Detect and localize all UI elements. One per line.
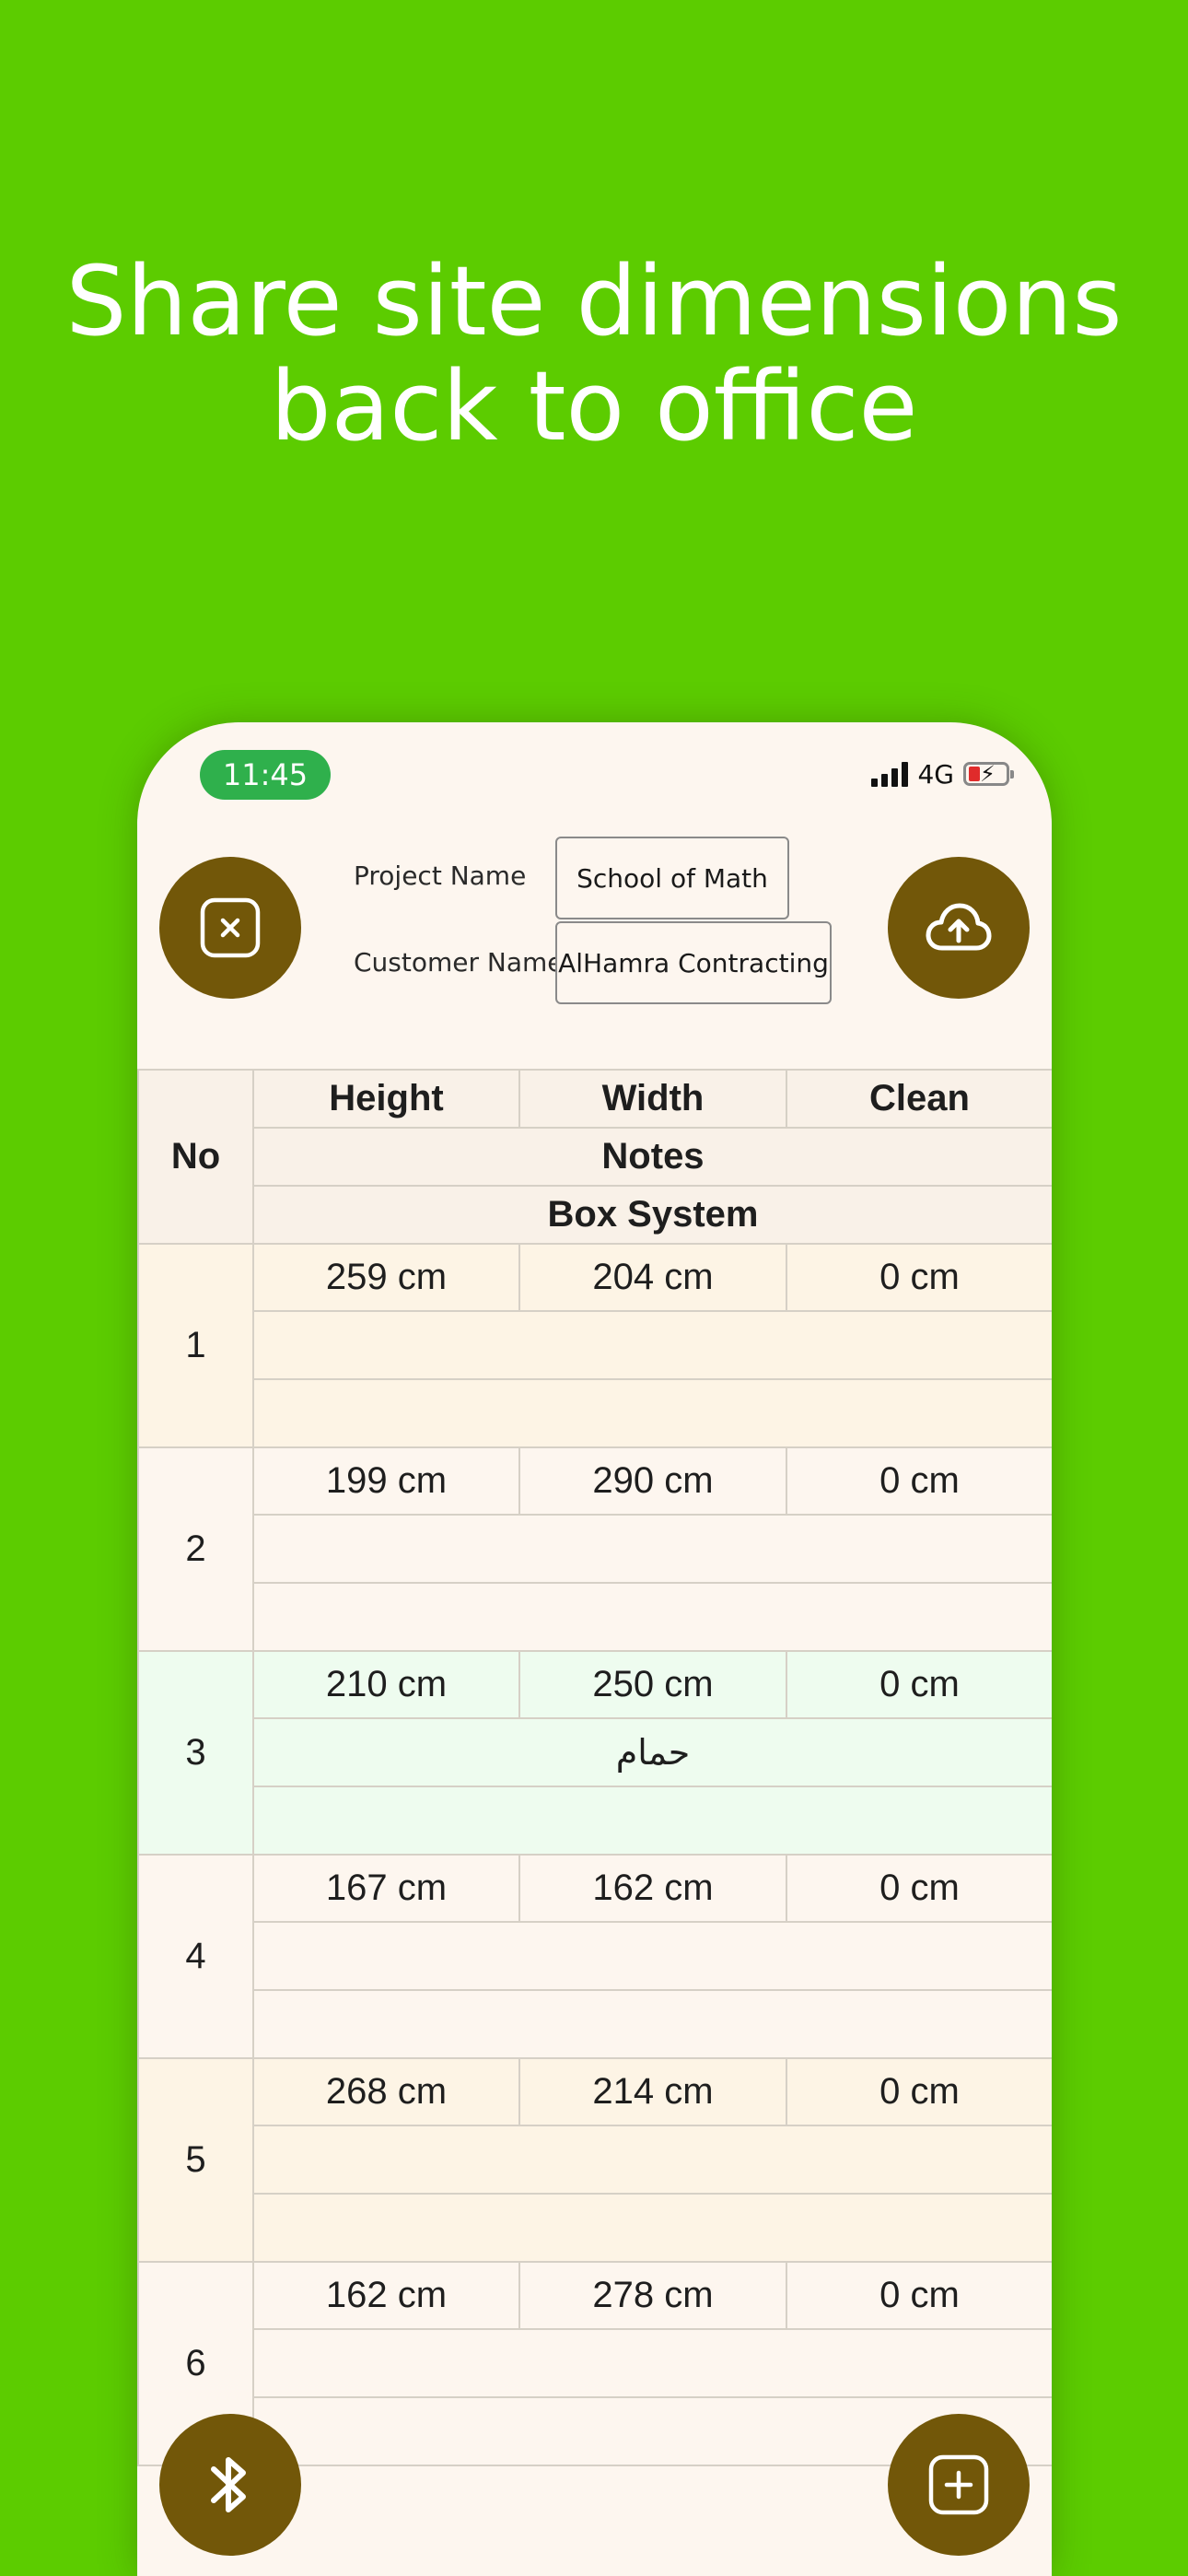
row-number: 5 [137, 2057, 254, 2263]
header-system: Box System [252, 1185, 1052, 1245]
system-cell[interactable] [252, 1989, 1052, 2059]
bluetooth-icon [211, 2457, 246, 2512]
measurements-table: No Height Width Clean Notes Box System 1… [137, 1069, 1052, 2466]
height-cell[interactable]: 199 cm [252, 1446, 520, 1516]
add-row-button[interactable] [888, 2414, 1030, 2556]
system-cell[interactable] [252, 1378, 1052, 1448]
add-square-icon [928, 2454, 989, 2515]
table-row[interactable]: 1 259 cm 204 cm 0 cm [137, 1243, 1052, 1448]
notes-cell[interactable] [252, 2125, 1052, 2195]
status-indicators: 4G ⚡ [871, 755, 1014, 792]
notes-cell[interactable] [252, 1514, 1052, 1584]
height-cell[interactable]: 259 cm [252, 1243, 520, 1312]
status-time: 11:45 [200, 750, 331, 800]
customer-name-field[interactable]: AlHamra Contracting [555, 921, 832, 1004]
headline-line-1: Share site dimensions [65, 245, 1123, 357]
system-cell[interactable] [252, 1582, 1052, 1652]
clean-cell[interactable]: 0 cm [786, 1854, 1052, 1923]
height-cell[interactable]: 268 cm [252, 2057, 520, 2126]
header-clean: Clean [786, 1069, 1052, 1129]
clean-cell[interactable]: 0 cm [786, 2261, 1052, 2330]
height-cell[interactable]: 210 cm [252, 1650, 520, 1719]
system-cell[interactable] [252, 2193, 1052, 2263]
row-number: 4 [137, 1854, 254, 2059]
header-no: No [137, 1069, 254, 1245]
header-height: Height [252, 1069, 520, 1129]
width-cell[interactable]: 214 cm [518, 2057, 787, 2126]
header-row-dimensions: No Height Width Clean [137, 1069, 1052, 1245]
clean-cell[interactable]: 0 cm [786, 2057, 1052, 2126]
upload-button[interactable] [888, 857, 1030, 999]
notes-cell[interactable] [252, 1310, 1052, 1380]
clean-cell[interactable]: 0 cm [786, 1650, 1052, 1719]
header-row-system: Box System [138, 1185, 1052, 1245]
table-row[interactable]: 6 162 cm 278 cm 0 cm [137, 2261, 1052, 2466]
header-row-notes: Notes [138, 1127, 1052, 1187]
notes-cell[interactable]: حمام [252, 1717, 1052, 1787]
system-cell[interactable] [252, 1786, 1052, 1856]
clean-cell[interactable]: 0 cm [786, 1446, 1052, 1516]
width-cell[interactable]: 204 cm [518, 1243, 787, 1312]
headline-line-2: back to office [270, 350, 918, 463]
height-cell[interactable]: 167 cm [252, 1854, 520, 1923]
signal-icon [871, 761, 909, 787]
clean-cell[interactable]: 0 cm [786, 1243, 1052, 1312]
header-notes: Notes [252, 1127, 1052, 1187]
notes-cell[interactable] [252, 1921, 1052, 1991]
project-name-field[interactable]: School of Math [555, 837, 789, 919]
header-width: Width [518, 1069, 787, 1129]
width-cell[interactable]: 162 cm [518, 1854, 787, 1923]
row-number: 3 [137, 1650, 254, 1856]
battery-icon: ⚡ [963, 761, 1014, 787]
notes-cell[interactable] [252, 2328, 1052, 2398]
table-row[interactable]: 3 210 cm 250 cm 0 cm [137, 1650, 1052, 1856]
table-row[interactable]: 5 268 cm 214 cm 0 cm [137, 2057, 1052, 2263]
close-square-icon [200, 897, 261, 958]
bluetooth-button[interactable] [159, 2414, 301, 2556]
cloud-upload-icon [926, 903, 992, 951]
width-cell[interactable]: 250 cm [518, 1650, 787, 1719]
width-cell[interactable]: 278 cm [518, 2261, 787, 2330]
table-row[interactable]: 4 167 cm 162 cm 0 cm [137, 1854, 1052, 2059]
row-number: 2 [137, 1446, 254, 1652]
close-button[interactable] [159, 857, 301, 999]
row-number: 1 [137, 1243, 254, 1448]
height-cell[interactable]: 162 cm [252, 2261, 520, 2330]
width-cell[interactable]: 290 cm [518, 1446, 787, 1516]
customer-name-label: Customer Name [354, 947, 564, 978]
phone-screen: 11:45 4G ⚡ Project Name School of Math C… [137, 722, 1052, 2576]
network-type: 4G [917, 758, 954, 790]
marketing-headline: Share site dimensions back to office [0, 249, 1188, 459]
project-name-label: Project Name [354, 861, 527, 891]
table-row[interactable]: 2 199 cm 290 cm 0 cm [137, 1446, 1052, 1652]
